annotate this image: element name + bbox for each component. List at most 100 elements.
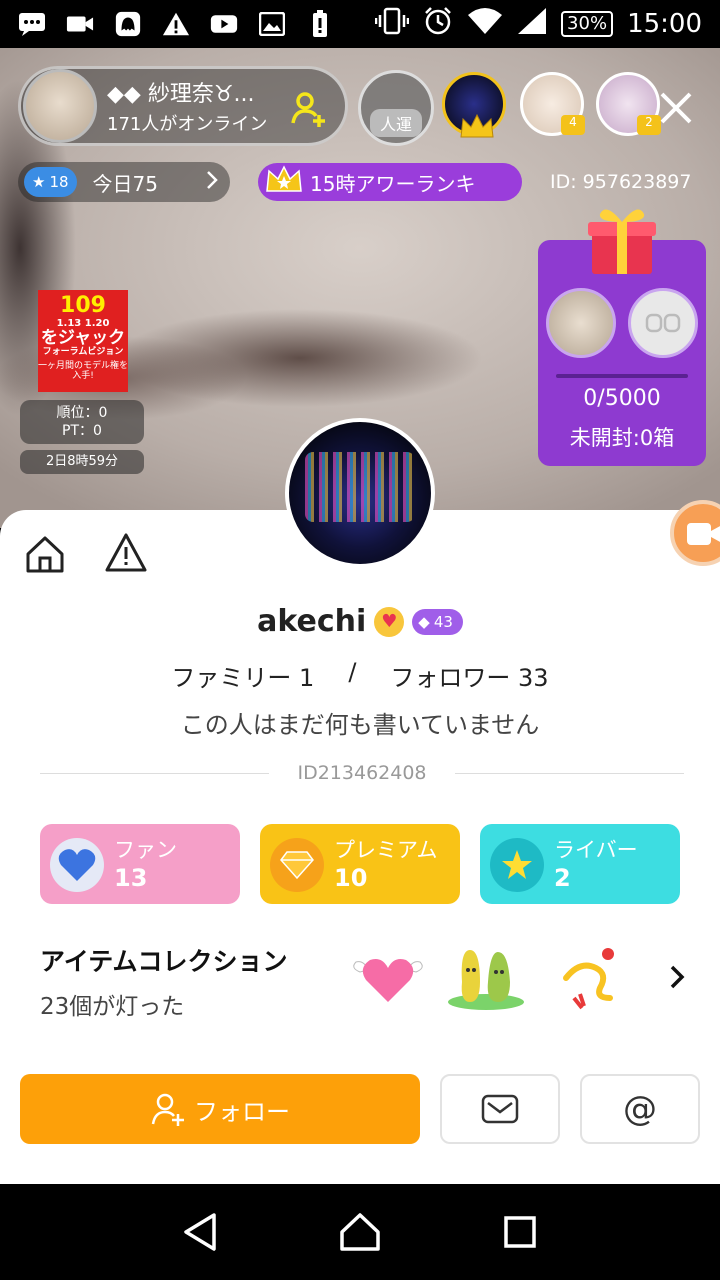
event-rank-position: 順位：0 (56, 405, 108, 421)
clock: 15:00 (627, 9, 702, 39)
item-heart-wings-icon[interactable] (350, 942, 426, 1014)
today-pill[interactable]: ★ 18 今日75 (18, 162, 230, 202)
follow-label: フォロー (194, 1097, 290, 1126)
gem-level-badge: ◆ 43 (412, 608, 463, 635)
fan-label: ファン (114, 838, 177, 862)
item-collection-count: 23個が灯った (40, 994, 185, 1020)
event-banner-title: をジャック (40, 328, 126, 349)
video-camera-icon (66, 10, 94, 38)
today-label: 今日75 (92, 171, 158, 196)
close-icon[interactable] (656, 88, 696, 128)
mail-icon (481, 1094, 519, 1124)
star-level: 18 (49, 173, 69, 191)
username: akechi (257, 604, 367, 639)
gift-progress: 0/5000 (583, 386, 661, 411)
alarm-icon (423, 6, 453, 43)
blue-heart-icon (50, 838, 104, 892)
divider (40, 772, 270, 774)
status-bar: 30% 15:00 (0, 0, 720, 48)
heart-badge-icon: ♥ (374, 606, 405, 637)
battery-level: 30% (561, 11, 614, 37)
gift-progress-bar (556, 374, 688, 378)
star-icon (490, 838, 544, 892)
vibrate-icon (374, 7, 410, 42)
star-level-badge: ★ 18 (24, 167, 77, 197)
gift-box-panel[interactable]: 0/5000 未開封:0箱 (538, 209, 706, 466)
wifi-icon (467, 7, 503, 42)
diamond-icon (270, 838, 324, 892)
crown-icon (460, 113, 494, 138)
item-snake-icon[interactable] (560, 942, 636, 1014)
viewer-avatar[interactable]: 4 (520, 72, 585, 136)
battery-alert-icon (306, 10, 334, 38)
host-name: ◆◆ 紗理奈♉︎... (107, 82, 255, 107)
luck-badge[interactable]: 人運 (358, 70, 434, 146)
hourly-ranking-pill[interactable]: 15時アワーランキ (258, 163, 522, 201)
gem-level: 43 (433, 612, 453, 631)
user-id: ID213462408 (297, 762, 427, 784)
event-timer: 2日8時59分 (20, 450, 144, 474)
event-banner-note: 一ヶ月間のモデル権を入手! (38, 360, 129, 381)
family-count[interactable]: ファミリー 1 (171, 658, 314, 693)
liver-count: 2 (554, 864, 571, 892)
recent-apps-icon[interactable] (496, 1208, 544, 1256)
gift-sender-avatar[interactable] (546, 288, 616, 358)
fan-count: 13 (114, 864, 148, 892)
chevron-right-icon (206, 170, 218, 195)
premium-card[interactable]: プレミアム 10 (260, 824, 460, 904)
stats-separator: / (348, 658, 357, 686)
viewer-level-badge: 4 (561, 115, 585, 135)
profile-avatar[interactable] (285, 418, 435, 568)
luck-label: 人運 (369, 109, 422, 137)
user-id-row: ID213462408 (40, 762, 684, 784)
viewer-avatar[interactable]: 2 (596, 72, 661, 136)
item-vegetable-couple-icon[interactable] (446, 942, 524, 1014)
event-rank-points: PT：0 (62, 423, 102, 440)
liver-label: ライバー (554, 838, 638, 862)
signal-icon (517, 7, 547, 42)
image-icon (258, 10, 286, 38)
message-icon (18, 10, 46, 38)
add-user-icon (151, 1093, 184, 1126)
gift-sender-avatar[interactable] (628, 288, 698, 358)
youtube-icon (210, 10, 238, 38)
mention-button[interactable]: @ (580, 1074, 700, 1144)
ghost-app-icon (114, 10, 142, 38)
message-button[interactable] (440, 1074, 560, 1144)
top-viewer-avatar[interactable] (442, 72, 506, 138)
host-avatar[interactable] (23, 69, 97, 143)
avatar-image (305, 452, 415, 522)
event-rank: 順位：0 PT：0 (20, 400, 144, 444)
host-info-pill[interactable]: ◆◆ 紗理奈♉︎... 171人がオンライン (18, 66, 348, 146)
gift-box-icon (588, 209, 656, 274)
chevron-right-icon[interactable] (666, 962, 690, 992)
fan-card[interactable]: ファン 13 (40, 824, 240, 904)
star-icon: ★ (32, 173, 46, 191)
live-id: ID: 957623897 (550, 171, 692, 193)
follow-host-icon[interactable] (289, 89, 329, 129)
gift-unopened: 未開封:0箱 (569, 426, 675, 450)
back-icon[interactable] (176, 1208, 224, 1256)
event-banner-subtitle: フォーラムビジョン (42, 346, 124, 357)
liver-card[interactable]: ライバー 2 (480, 824, 680, 904)
follow-button[interactable]: フォロー (20, 1074, 420, 1144)
gem-icon: ◆ (418, 612, 430, 631)
video-call-icon (687, 523, 720, 545)
premium-count: 10 (334, 864, 368, 892)
at-icon: @ (623, 1089, 657, 1129)
item-collection-title[interactable]: アイテムコレクション (40, 942, 288, 978)
online-count: 171人がオンライン (107, 114, 268, 135)
navigation-bar (0, 1184, 720, 1280)
warning-icon (162, 10, 190, 38)
bio: この人はまだ何も書いていません (180, 711, 540, 739)
premium-label: プレミアム (334, 838, 438, 862)
rank-crown-icon (266, 165, 302, 192)
event-banner[interactable]: 109 1.13 1.20 をジャック フォーラムビジョン 一ヶ月間のモデル権を… (38, 290, 128, 392)
report-icon[interactable] (104, 532, 148, 574)
home-icon[interactable] (24, 534, 66, 574)
ranking-label: 15時アワーランキ (310, 171, 476, 196)
followers-count[interactable]: フォロワー 33 (390, 658, 548, 693)
home-nav-icon[interactable] (336, 1208, 384, 1256)
divider (454, 772, 684, 774)
event-banner-number: 109 (60, 293, 106, 318)
